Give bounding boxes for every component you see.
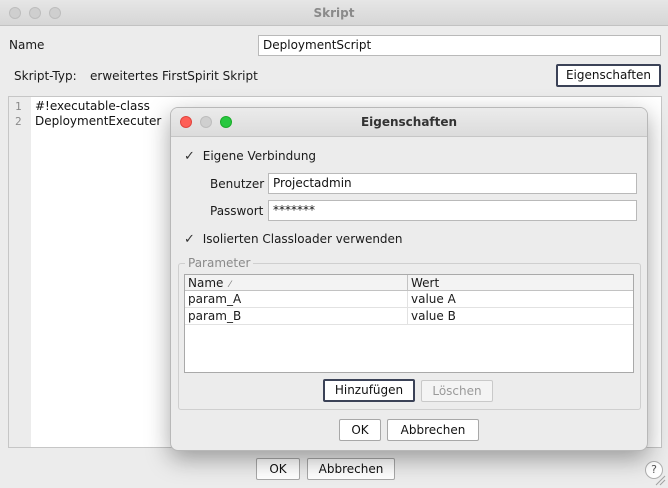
checkmark-icon: ✓ (184, 149, 195, 164)
window-titlebar: Skript (0, 0, 668, 26)
parameter-group: Parameter Name ⁄ Wert param_A value A pa… (178, 256, 641, 410)
table-cell-value[interactable]: value B (408, 308, 633, 325)
sort-indicator-icon: ⁄ (229, 280, 231, 290)
ok-button[interactable]: OK (256, 458, 300, 480)
line-number: 2 (15, 115, 22, 128)
script-type-label: Skript-Typ: (14, 69, 77, 83)
parameter-table[interactable]: Name ⁄ Wert param_A value A param_B valu… (184, 274, 634, 373)
isolated-classloader-label: Isolierten Classloader verwenden (202, 232, 403, 246)
parameter-legend: Parameter (185, 256, 254, 270)
user-input[interactable]: Projectadmin (268, 173, 637, 194)
own-connection-checkbox[interactable]: ✓ Eigene Verbindung (184, 149, 384, 167)
own-connection-label: Eigene Verbindung (202, 149, 317, 163)
table-cell-name[interactable]: param_B (185, 308, 408, 325)
table-cell-name[interactable]: param_A (185, 291, 408, 308)
name-input[interactable]: DeploymentScript (258, 35, 661, 56)
dialog-ok-button[interactable]: OK (339, 419, 381, 441)
delete-parameter-button[interactable]: Löschen (421, 380, 493, 402)
properties-button[interactable]: Eigenschaften (556, 64, 661, 87)
user-label: Benutzer (210, 177, 265, 191)
window-title: Skript (313, 6, 355, 20)
password-label: Passwort (210, 204, 264, 218)
code-line[interactable]: DeploymentExecuter (35, 114, 161, 128)
dialog-titlebar: Eigenschaften (171, 108, 647, 137)
password-input[interactable]: ******* (268, 200, 637, 221)
dialog-title: Eigenschaften (360, 115, 458, 129)
table-cell-value[interactable]: value A (408, 291, 633, 308)
script-type-value: erweitertes FirstSpirit Skript (90, 69, 258, 83)
column-header-value[interactable]: Wert (408, 275, 633, 291)
add-parameter-button[interactable]: Hinzufügen (323, 379, 415, 402)
column-header-name[interactable]: Name ⁄ (185, 275, 408, 291)
checkmark-icon: ✓ (184, 232, 195, 247)
isolated-classloader-checkbox[interactable]: ✓ Isolierten Classloader verwenden (184, 232, 484, 250)
resize-grip-icon[interactable] (654, 474, 666, 486)
properties-dialog: Eigenschaften ✓ Eigene Verbindung Benutz… (170, 107, 648, 451)
cancel-button[interactable]: Abbrechen (307, 458, 395, 480)
line-number-gutter (9, 97, 31, 447)
code-line[interactable]: #!executable-class (35, 99, 150, 113)
name-label: Name (9, 38, 45, 52)
line-number: 1 (15, 100, 22, 113)
dialog-cancel-button[interactable]: Abbrechen (387, 419, 479, 441)
